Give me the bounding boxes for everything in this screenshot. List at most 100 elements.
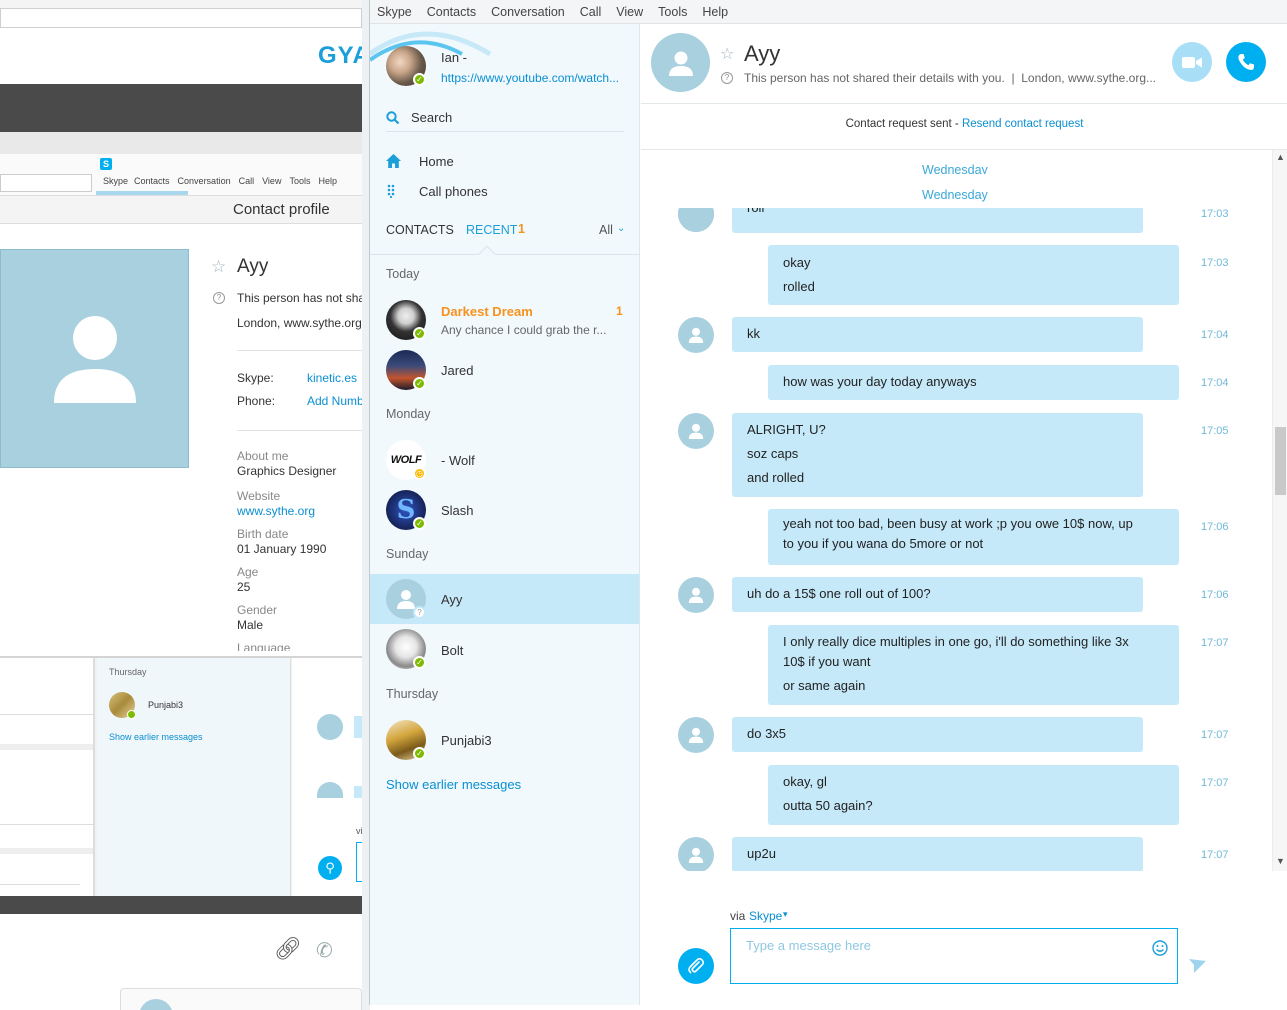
recent-count-badge: 1: [518, 222, 525, 236]
message-input[interactable]: Type a message here: [730, 928, 1178, 984]
contact-wolf[interactable]: WOLF ◷ - Wolf: [370, 436, 639, 486]
contact-name: Ayy: [441, 592, 463, 607]
add-number-link[interactable]: Add Numb: [307, 394, 364, 408]
resend-contact-request-link[interactable]: Resend contact request: [962, 118, 1083, 130]
menu-contacts[interactable]: Contacts: [427, 5, 476, 19]
message-time: 17:06: [1201, 521, 1229, 533]
menu-skype[interactable]: Skype: [377, 5, 412, 19]
show-earlier-messages-link[interactable]: Show earlier messages: [386, 777, 521, 792]
person-silhouette-icon: [688, 423, 704, 439]
emoticon-icon[interactable]: [1152, 940, 1168, 956]
nav-call-phones[interactable]: Call phones: [386, 180, 626, 202]
attach-button[interactable]: [678, 948, 714, 984]
favorite-star-icon[interactable]: ☆: [211, 257, 226, 277]
message-line: rolled: [783, 279, 815, 294]
mini-left-panel: [0, 658, 95, 896]
menu-call[interactable]: Call: [580, 5, 602, 19]
scroll-down-icon[interactable]: ▼: [1276, 856, 1285, 866]
message-time: 17:07: [1201, 729, 1229, 741]
contact-name: Punjabi3: [441, 733, 492, 748]
chat-contact-avatar[interactable]: [651, 33, 710, 92]
message-line: up2u: [747, 846, 776, 861]
mini-chat-avatar: [317, 714, 343, 740]
tab-contacts[interactable]: CONTACTS: [386, 223, 454, 237]
user-mood-link[interactable]: https://www.youtube.com/watch...: [441, 71, 619, 85]
user-name[interactable]: Ian -: [441, 50, 467, 65]
unread-badge: 1: [616, 304, 623, 318]
mini-contact-name[interactable]: Punjabi3: [148, 700, 183, 710]
website-label: Website: [237, 489, 281, 503]
contact-ayy-selected[interactable]: ? Ayy: [370, 574, 639, 624]
contact-darkest-dream[interactable]: ✓ Darkest Dream Any chance I could grab …: [370, 296, 639, 346]
browser-address-bar[interactable]: [0, 8, 362, 28]
mini-chat-bubble: [354, 716, 362, 738]
divider: [237, 350, 362, 351]
mini-menu-view[interactable]: View: [262, 176, 281, 186]
link-icon[interactable]: 🔗︎: [274, 936, 302, 962]
chevron-down-icon[interactable]: ⌄: [617, 223, 625, 234]
video-call-button[interactable]: [1172, 42, 1212, 82]
send-icon[interactable]: [1189, 959, 1206, 973]
mini-menu-contacts[interactable]: Contacts: [134, 176, 170, 186]
search-box[interactable]: Search: [386, 104, 624, 132]
paperclip-icon: [688, 957, 705, 974]
scrollbar-thumb[interactable]: [1275, 427, 1286, 495]
contact-slash[interactable]: S ✓ Slash: [370, 486, 639, 536]
gender-value: Male: [237, 618, 264, 632]
mini-menu-call[interactable]: Call: [239, 176, 255, 186]
via-service-dropdown[interactable]: Skype: [749, 909, 782, 923]
message-line: kk: [747, 326, 760, 341]
mini-show-earlier-link[interactable]: Show earlier messages: [109, 732, 203, 742]
scrollbar[interactable]: ▲ ▼: [1272, 150, 1287, 871]
mini-search-box[interactable]: [0, 174, 92, 192]
voice-call-button[interactable]: [1226, 42, 1266, 82]
phone-label: Phone:: [237, 394, 276, 408]
menu-conversation[interactable]: Conversation: [491, 5, 565, 19]
mini-attach-icon[interactable]: ⚲: [318, 856, 342, 880]
phone-icon: [1238, 54, 1254, 70]
background-window: GYA S Skype Contacts Conversation Call V…: [0, 0, 370, 1010]
day-header-monday: Monday: [386, 407, 431, 421]
contact-preview: Any chance I could grab the r...: [441, 323, 607, 337]
birth-value: 01 January 1990: [237, 542, 327, 556]
contact-bolt[interactable]: ✓ Bolt: [370, 626, 639, 676]
footer-card: [120, 988, 362, 1010]
menu-tools[interactable]: Tools: [658, 5, 687, 19]
twitter-icon[interactable]: ✆: [316, 938, 333, 963]
scroll-up-icon[interactable]: ▲: [1276, 152, 1285, 162]
message-bubble-incoming: uh do a 15$ one roll out of 100?: [732, 577, 1143, 612]
filter-dropdown[interactable]: All: [599, 223, 613, 237]
chat-contact-name: Ayy: [744, 41, 781, 66]
website-link[interactable]: www.sythe.org: [237, 504, 315, 518]
search-icon: [386, 110, 400, 124]
message-time: 17:04: [1201, 377, 1229, 389]
message-line: and rolled: [747, 470, 805, 485]
mini-menu: Skype Contacts Conversation Call View To…: [95, 176, 337, 186]
message-line: outta 50 again?: [783, 798, 873, 813]
search-label: Search: [411, 110, 453, 125]
message-avatar: [678, 413, 714, 449]
contact-jared[interactable]: ✓ Jared: [370, 346, 639, 396]
nav-home[interactable]: Home: [386, 150, 626, 172]
online-status-icon: ✓: [413, 327, 426, 340]
skype-value[interactable]: kinetic.es: [307, 371, 357, 385]
dialpad-icon: [387, 184, 395, 198]
mini-skype-titlebar: S Skype Contacts Conversation Call View …: [0, 154, 362, 196]
contact-punjabi3[interactable]: ✓ Punjabi3: [370, 716, 639, 766]
mini-menu-tools[interactable]: Tools: [289, 176, 310, 186]
menu-view[interactable]: View: [616, 5, 643, 19]
help-icon[interactable]: ?: [721, 72, 733, 84]
skype-window: Skype Contacts Conversation Call View To…: [369, 0, 1287, 1005]
chevron-down-icon[interactable]: ▾: [783, 909, 788, 920]
messages-clip: roll 17:03 okay rolled 17:03 kk 17:04 ho…: [641, 174, 1273, 871]
message-line: how was your day today anyways: [783, 374, 977, 389]
favorite-star-icon[interactable]: ☆: [720, 44, 734, 64]
mini-menu-skype[interactable]: Skype: [103, 176, 128, 186]
mini-menu-conversation[interactable]: Conversation: [178, 176, 231, 186]
unknown-status-icon: ?: [413, 606, 426, 619]
tab-recent[interactable]: RECENT: [466, 223, 517, 237]
mini-menu-help[interactable]: Help: [318, 176, 337, 186]
via-label: via: [730, 909, 746, 923]
menu-help[interactable]: Help: [702, 5, 728, 19]
message-bubble-outgoing: I only really dice multiples in one go, …: [768, 625, 1179, 705]
